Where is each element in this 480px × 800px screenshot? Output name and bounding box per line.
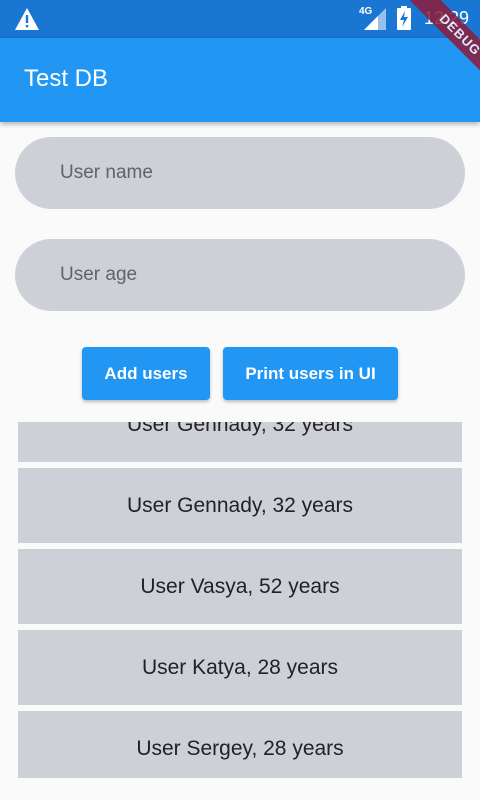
status-bar: 4G 12:29 <box>0 0 480 38</box>
list-item: User Vasya, 52 years <box>18 549 462 624</box>
signal-icon <box>364 8 386 30</box>
user-name-input[interactable] <box>15 137 465 209</box>
app-title: Test DB <box>24 65 109 92</box>
user-name-field-container <box>15 137 465 209</box>
user-age-input[interactable] <box>15 239 465 311</box>
list-item: User Katya, 28 years <box>18 630 462 705</box>
user-label: User Gennady, 32 years <box>126 422 354 436</box>
user-label: User Vasya, 52 years <box>140 574 340 598</box>
print-users-button[interactable]: Print users in UI <box>223 347 398 400</box>
add-users-button[interactable]: Add users <box>82 347 210 400</box>
warning-icon <box>15 8 39 30</box>
user-label: User Katya, 28 years <box>141 655 339 679</box>
app-bar: Test DB <box>0 38 480 122</box>
battery-charging-icon <box>397 6 411 30</box>
user-label: User Sergey, 28 years <box>136 736 344 760</box>
list-item: User Gennady, 32 years <box>18 468 462 543</box>
list-item: User Sergey, 28 years <box>18 711 462 778</box>
users-list[interactable]: User Gennady, 32 years User Gennady, 32 … <box>0 422 480 778</box>
list-item: User Gennady, 32 years <box>18 422 462 462</box>
user-label: User Gennady, 32 years <box>126 493 354 517</box>
user-age-field-container <box>15 239 465 311</box>
